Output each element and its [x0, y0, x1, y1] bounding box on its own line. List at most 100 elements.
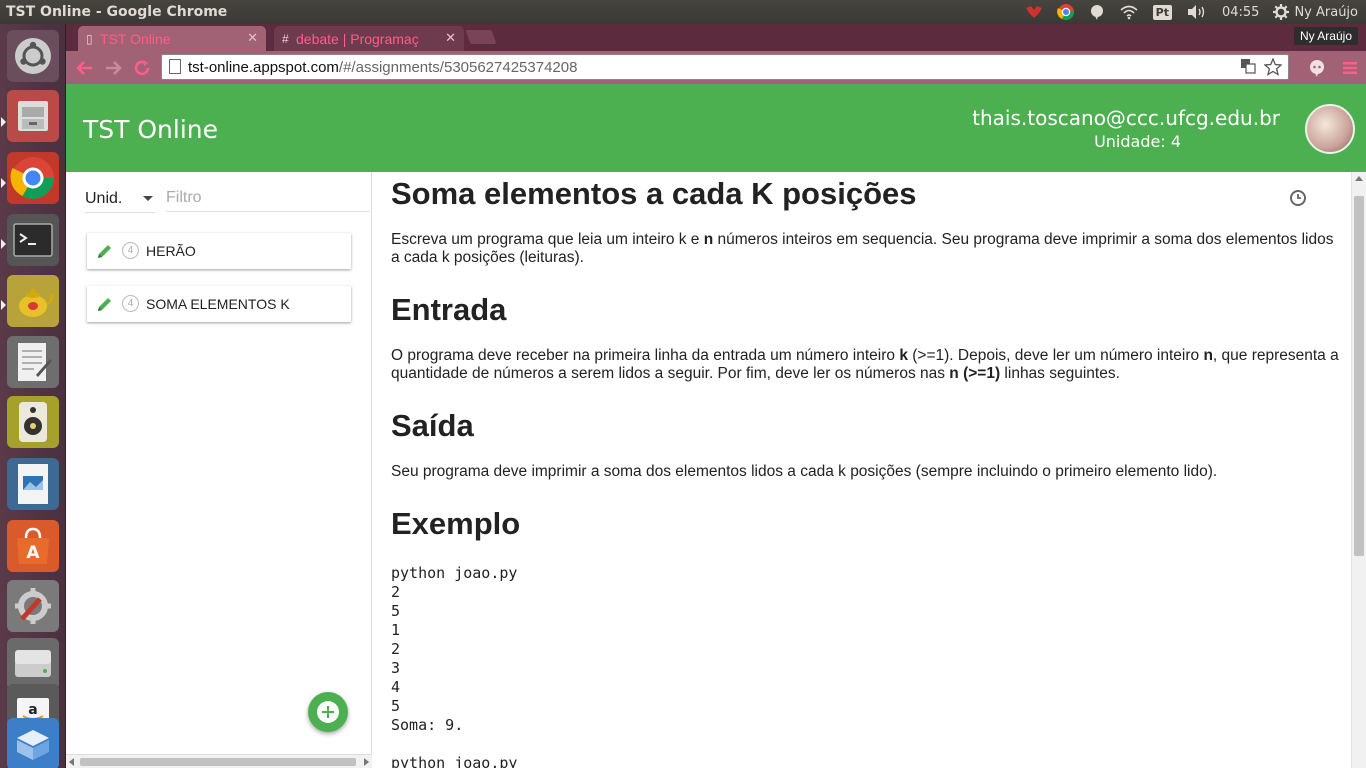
launcher-software-center[interactable]: A [7, 520, 59, 572]
tab-tst-online[interactable]: ▯ TST Online ✕ [78, 26, 266, 51]
chat-icon[interactable] [1089, 0, 1105, 24]
launcher-chrome[interactable] [7, 152, 59, 204]
profile-button[interactable]: Ny Araújo [1293, 27, 1358, 45]
plus-icon [317, 701, 339, 723]
chrome-menu-button[interactable] [1339, 57, 1361, 79]
chrome-indicator-icon[interactable] [1056, 0, 1075, 24]
launcher-teapot[interactable] [7, 275, 59, 327]
section-heading-saida: Saída [391, 408, 474, 443]
address-bar[interactable]: tst-online.appspot.com/#/assignments/530… [161, 54, 1289, 80]
settings-wrench-icon [15, 588, 51, 624]
gear-icon [1273, 4, 1290, 20]
example-code-block: python joao.py 2 5 1 2 3 4 5 Soma: 9. py… [391, 564, 518, 768]
assignment-sidebar: Unid. 4 HERÃO 4 SOMA ELEMENTOS K [66, 172, 372, 768]
launcher-text-editor[interactable] [7, 336, 59, 388]
horizontal-scrollbar[interactable] [66, 754, 372, 768]
unit-number-badge: 4 [122, 242, 139, 259]
clock[interactable]: 04:55 [1222, 0, 1259, 24]
tab-strip: ▯ TST Online ✕ # debate | Programaç ✕ Ny… [66, 24, 1366, 51]
terminal-icon [13, 223, 53, 257]
omnibox-actions [1240, 57, 1283, 80]
chrome-icon [10, 157, 54, 199]
launcher-system-settings[interactable] [7, 580, 59, 632]
launcher-dropbox[interactable] [7, 718, 59, 768]
assignment-label: SOMA ELEMENTOS K [146, 296, 290, 312]
tab-label: TST Online [100, 30, 171, 47]
new-tab-button[interactable] [465, 30, 497, 44]
box-icon [17, 730, 49, 760]
close-icon[interactable]: ✕ [247, 30, 258, 46]
assignment-item-herao[interactable]: 4 HERÃO [87, 233, 351, 269]
shopping-bag-icon: A [17, 527, 49, 564]
speaker-icon [19, 402, 47, 442]
unit-select-label: Unid. [85, 190, 123, 207]
arrow-left-icon [76, 61, 92, 75]
svg-text:a: a [28, 702, 37, 718]
caret-down-icon [143, 196, 153, 201]
teapot-icon [19, 288, 54, 317]
scroll-up-icon[interactable] [1355, 176, 1363, 181]
wifi-icon[interactable] [1119, 0, 1139, 24]
launcher-music-player[interactable] [7, 396, 59, 448]
session-menu[interactable]: Ny Araújo [1273, 0, 1358, 24]
launcher-impress[interactable] [7, 458, 59, 510]
entrada-paragraph: O programa deve receber na primeira linh… [391, 347, 1339, 382]
unit-select[interactable]: Unid. [85, 186, 155, 212]
running-indicator [1, 239, 6, 249]
page-icon: ▯ [86, 32, 93, 46]
pencil-icon [98, 245, 111, 258]
reload-icon [134, 60, 150, 76]
svg-text:A: A [26, 543, 40, 563]
assignment-title: Soma elementos a cada K posições [391, 176, 917, 211]
unit-select-underline [85, 212, 155, 213]
back-button[interactable] [74, 57, 96, 79]
translate-icon[interactable] [1240, 58, 1256, 80]
launcher-drive[interactable] [7, 638, 59, 690]
indicator-area: Pt 04:55 Ny Araújo [1025, 0, 1358, 24]
scroll-left-icon[interactable] [69, 758, 74, 766]
scroll-right-icon[interactable] [364, 758, 369, 766]
section-heading-entrada: Entrada [391, 292, 507, 327]
filter-input[interactable] [166, 184, 370, 212]
close-icon[interactable]: ✕ [445, 30, 456, 46]
browser-window: ▯ TST Online ✕ # debate | Programaç ✕ Ny… [66, 24, 1366, 768]
hash-icon: # [282, 32, 289, 46]
extension-chat-icon[interactable] [1306, 57, 1328, 79]
keyboard-layout-indicator[interactable]: Pt [1152, 0, 1172, 24]
url-host: tst-online.appspot.com [188, 58, 339, 76]
pencil-icon [98, 298, 111, 311]
ubuntu-logo-icon [15, 38, 51, 74]
add-assignment-button[interactable] [308, 692, 348, 732]
url-path: /#/assignments/5305627425374208 [338, 58, 578, 76]
launcher-files[interactable] [7, 90, 59, 142]
hard-drive-icon [15, 650, 51, 677]
bird-icon[interactable] [1025, 0, 1043, 24]
forward-button[interactable] [102, 57, 124, 79]
running-indicator [1, 300, 6, 310]
dash-home-button[interactable] [7, 30, 59, 82]
top-panel: TST Online - Google Chrome Pt 04:55 Ny A… [0, 0, 1366, 24]
bookmark-star-icon[interactable] [1263, 57, 1283, 80]
page-icon [169, 59, 181, 74]
tab-debate[interactable]: # debate | Programaç ✕ [274, 26, 464, 51]
unit-number-badge: 4 [122, 295, 139, 312]
window-title: TST Online - Google Chrome [6, 4, 228, 20]
assignment-item-soma-elementos-k[interactable]: 4 SOMA ELEMENTOS K [87, 286, 351, 322]
browser-toolbar: tst-online.appspot.com/#/assignments/530… [66, 51, 1366, 84]
app-header: TST Online thais.toscano@ccc.ufcg.edu.br… [66, 84, 1366, 172]
avatar[interactable] [1305, 104, 1355, 154]
running-indicator [1, 117, 6, 127]
tab-label: debate | Programaç [296, 30, 419, 47]
scrollbar-thumb[interactable] [1354, 196, 1364, 556]
launcher-terminal[interactable] [7, 214, 59, 266]
vertical-scrollbar[interactable] [1351, 172, 1366, 768]
intro-paragraph: Escreva um programa que leia um inteiro … [391, 231, 1334, 266]
session-user-name: Ny Araújo [1294, 4, 1358, 20]
volume-icon[interactable] [1186, 0, 1208, 24]
scrollbar-thumb[interactable] [80, 758, 356, 766]
history-clock-icon[interactable] [1289, 189, 1307, 207]
user-unit: Unidade: 4 [1094, 132, 1181, 151]
reload-button[interactable] [131, 57, 153, 79]
assignment-label: HERÃO [146, 243, 196, 259]
app-title[interactable]: TST Online [83, 115, 218, 144]
